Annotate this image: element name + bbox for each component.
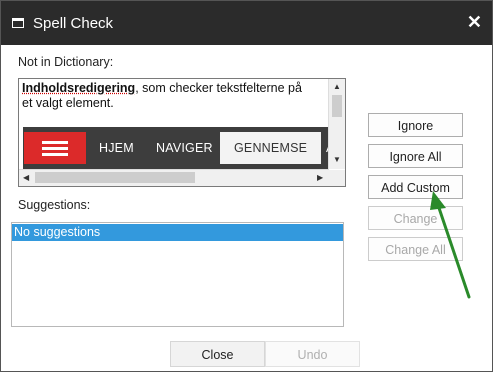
annotation-arrow-icon	[430, 191, 471, 299]
